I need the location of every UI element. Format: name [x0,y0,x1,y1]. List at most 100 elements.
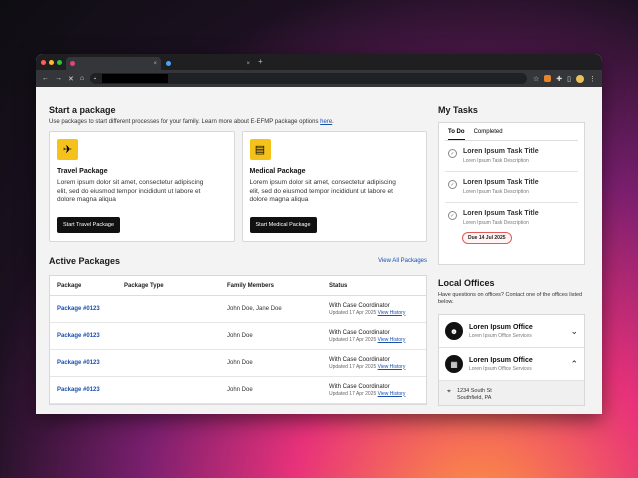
home-icon[interactable]: ⌂ [80,75,84,82]
start-travel-package-button[interactable]: Start Travel Package [57,217,121,233]
address-line: 1234 South St [456,388,492,394]
start-medical-package-button[interactable]: Start Medical Package [249,217,317,233]
chevron-down-icon[interactable]: ⌄ [570,326,578,337]
medicine-bottle-icon: ▤ [249,139,271,160]
tab-todo[interactable]: To Do [448,129,465,140]
task-title: Loren Ipsum Task Title [463,179,539,186]
tab-close-icon[interactable]: × [153,61,157,67]
packages-table: Package Package Type Family Members Stat… [49,275,427,405]
view-all-packages-link[interactable]: View All Packages [378,258,427,264]
status-updated: Updated 17 Apr 2025 View History [329,391,435,397]
package-link[interactable]: Package #0123 [57,333,124,339]
close-window-icon[interactable] [41,59,46,65]
office-item[interactable]: ☻ Loren Ipsum Office Loren Ipsum Office … [439,315,584,348]
status-updated: Updated 17 Apr 2025 View History [329,310,435,316]
star-icon[interactable]: ☆ [533,75,539,83]
card-title: Medical Package [249,168,306,175]
due-date-badge: Due 14 Jul 2025 [462,232,512,244]
view-history-link[interactable]: View History [378,310,406,316]
task-title: Loren Ipsum Task Title [463,148,539,155]
airplane-icon: ✈ [57,139,78,160]
office-chat-icon: ☻ [445,322,463,340]
start-package-subtitle: Use packages to start different processe… [49,119,427,125]
offices-list: ☻ Loren Ipsum Office Loren Ipsum Office … [438,314,585,406]
new-tab-button[interactable]: + [258,57,263,66]
close-icon[interactable]: ✕ [68,75,74,83]
map-pin-icon: ⌖ [447,388,451,395]
travel-package-card: ✈ Travel Package Lorem ipsum dolor sit a… [49,131,235,242]
updated-date: Updated 17 Apr 2025 [329,309,377,316]
main-column: Start a package Use packages to start di… [49,105,427,405]
office-name: Loren Ipsum Office [469,323,533,331]
tab-favicon-icon [166,61,171,66]
local-offices-subtitle: Have questions on offices? Contact one o… [438,292,583,305]
medical-package-card: ▤ Medical Package Lorem ipsum dolor sit … [241,131,427,242]
family-members: John Doe [227,360,253,366]
card-title: Travel Package [57,168,108,175]
lock-icon: ▪ [94,75,96,82]
office-services: Loren Ipsum Office Services [469,365,532,372]
browser-window: × × + ← → ✕ ⌂ ▪ ☆ ✚ ▯ ⋮ Start a package … [36,54,602,414]
learn-more-link[interactable]: here [320,119,332,125]
address-line: Southfield, PA [456,395,492,401]
minimize-window-icon[interactable] [49,59,54,65]
forward-arrow-icon[interactable]: → [55,75,62,82]
browser-toolbar: ← → ✕ ⌂ ▪ ☆ ✚ ▯ ⋮ [36,70,602,87]
table-row: Package #0123 John Doe, Jane Doe With Ca… [50,296,426,323]
check-circle-icon[interactable]: ✓ [448,149,457,158]
office-services: Loren Ipsum Office Services [469,332,532,339]
updated-date: Updated 17 Apr 2025 [329,363,377,370]
status-text: With Case Coordinator [329,302,390,309]
status-cell: With Case Coordinator Updated 17 Apr 202… [329,330,435,343]
table-header: Package Package Type Family Members Stat… [50,276,426,296]
task-description: Loren Ipsum Task Description [463,220,529,226]
tab-favicon-icon [70,61,75,66]
chevron-up-icon[interactable]: ⌃ [570,359,578,370]
check-circle-icon[interactable]: ✓ [448,211,457,220]
tasks-card: To Do Completed ✓ Loren Ipsum Task Title… [438,122,585,265]
task-description: Loren Ipsum Task Description [463,189,529,195]
extension-icon[interactable] [544,75,552,82]
page-content: Start a package Use packages to start di… [36,87,602,414]
package-link[interactable]: Package #0123 [57,360,124,366]
menu-dots-icon[interactable]: ⋮ [589,75,596,83]
tab-close-icon[interactable]: × [246,61,250,67]
task-item[interactable]: ✓ Loren Ipsum Task Title Loren Ipsum Tas… [445,203,578,251]
browser-tab[interactable]: × [162,57,254,70]
status-text: With Case Coordinator [329,356,390,363]
task-description: Loren Ipsum Task Description [463,158,529,164]
view-history-link[interactable]: View History [378,337,406,343]
my-tasks-title: My Tasks [438,105,478,115]
tab-completed[interactable]: Completed [474,129,503,140]
puzzle-icon[interactable]: ✚ [556,75,562,83]
task-item[interactable]: ✓ Loren Ipsum Task Title Loren Ipsum Tas… [445,172,578,203]
side-column: My Tasks To Do Completed ✓ Loren Ipsum T… [438,105,585,406]
task-item[interactable]: ✓ Loren Ipsum Task Title Loren Ipsum Tas… [445,141,578,172]
column-header: Family Members [227,282,275,289]
package-link[interactable]: Package #0123 [57,387,124,393]
sidebar-icon[interactable]: ▯ [567,75,571,83]
profile-avatar[interactable] [576,74,584,83]
family-members: John Doe [227,387,253,393]
column-header: Package Type [124,282,164,289]
office-building-icon: ▦ [445,355,463,373]
address-bar[interactable]: ▪ [90,73,527,84]
browser-tab-bar: × × + [36,54,602,70]
subtitle-text: Use packages to start different processe… [49,119,321,125]
status-cell: With Case Coordinator Updated 17 Apr 202… [329,384,435,397]
status-cell: With Case Coordinator Updated 17 Apr 202… [329,357,435,370]
start-package-title: Start a package [49,105,116,115]
check-circle-icon[interactable]: ✓ [448,180,457,189]
package-cards: ✈ Travel Package Lorem ipsum dolor sit a… [49,131,427,242]
maximize-window-icon[interactable] [57,59,62,65]
view-history-link[interactable]: View History [378,391,406,397]
view-history-link[interactable]: View History [378,364,406,370]
package-link[interactable]: Package #0123 [57,306,124,312]
office-item[interactable]: ▦ Loren Ipsum Office Loren Ipsum Office … [439,348,584,381]
table-row: Package #0123 John Doe With Case Coordin… [50,350,426,377]
office-address: ⌖ 1234 South St Southfield, PA [439,381,584,405]
table-row: Package #0123 John Doe With Case Coordin… [50,377,426,404]
updated-date: Updated 17 Apr 2025 [329,336,377,343]
browser-tab-active[interactable]: × [66,57,161,70]
back-arrow-icon[interactable]: ← [42,75,49,82]
